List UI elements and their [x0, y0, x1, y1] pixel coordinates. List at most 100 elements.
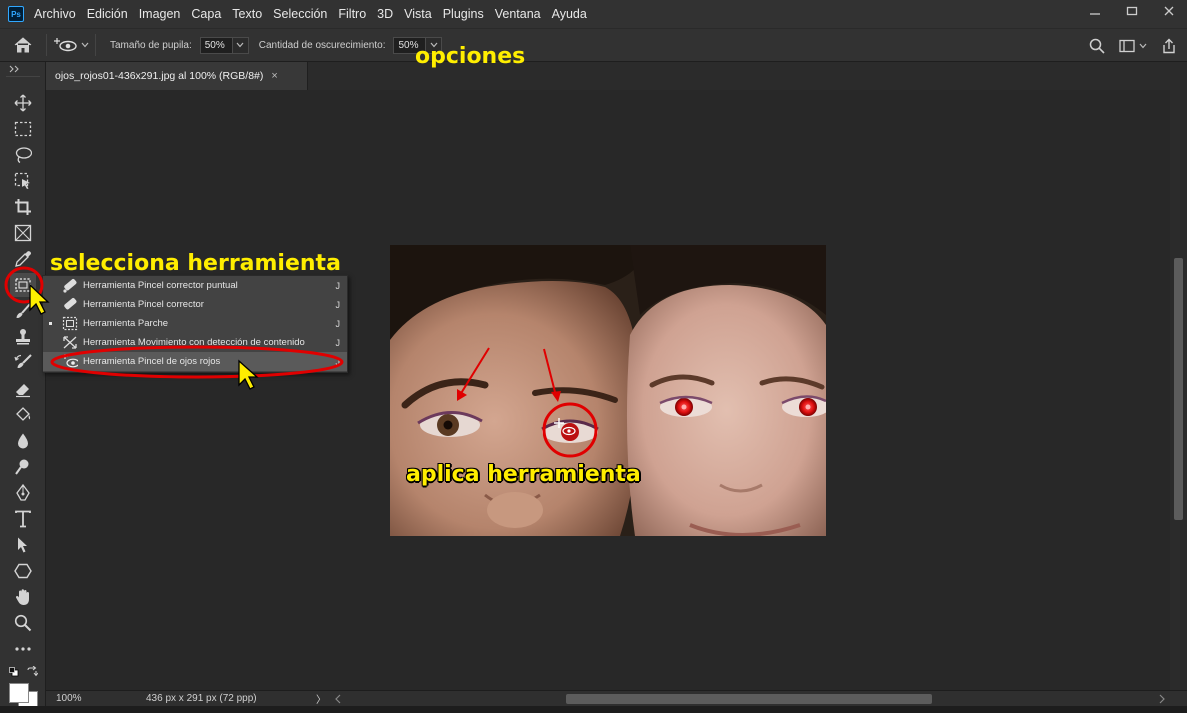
menu-filtro[interactable]: Filtro [338, 7, 366, 21]
tools-panel [0, 62, 46, 713]
flyout-item-content-aware-move[interactable]: Herramienta Movimiento con detección de … [43, 333, 347, 352]
menu-imagen[interactable]: Imagen [139, 7, 181, 21]
workspace-switcher[interactable] [1119, 39, 1147, 53]
vertical-scroll-thumb[interactable] [1174, 258, 1183, 520]
menu-ayuda[interactable]: Ayuda [552, 7, 587, 21]
minimize-button[interactable] [1076, 0, 1113, 22]
flyout-item-shortcut: J [335, 299, 341, 310]
close-icon [1164, 6, 1173, 16]
hand-icon [15, 589, 29, 605]
menu-edicion[interactable]: Edición [87, 7, 128, 21]
hand-tool[interactable] [10, 585, 36, 609]
lasso-tool[interactable] [10, 143, 36, 167]
active-tool-marker [49, 322, 52, 325]
zoom-level[interactable]: 100% [56, 693, 82, 704]
flyout-item-patch[interactable]: Herramienta Parche J [43, 314, 347, 333]
menu-texto[interactable]: Texto [232, 7, 262, 21]
flyout-item-red-eye[interactable]: Herramienta Pincel de ojos rojos J [43, 352, 347, 371]
document-tab-title: ojos_rojos01-436x291.jpg al 100% (RGB/8#… [55, 70, 264, 82]
horizontal-scrollbar[interactable] [332, 691, 1168, 706]
eraser-tool[interactable] [10, 377, 36, 401]
polygon-shape-icon [14, 563, 32, 579]
document-info: 436 px x 291 px (72 ppp) [146, 693, 257, 704]
content-aware-move-icon [63, 336, 77, 349]
object-selection-icon [14, 172, 30, 189]
paint-bucket-tool[interactable] [10, 403, 36, 427]
status-menu-arrow[interactable]: 〉 [316, 691, 326, 706]
flyout-item-healing-brush[interactable]: Herramienta Pincel corrector J [43, 295, 347, 314]
select-tool-annotation: selecciona herramienta [50, 251, 341, 276]
pupil-size-label: Tamaño de pupila: [110, 39, 192, 51]
red-eye-icon [62, 354, 78, 368]
clone-stamp-tool[interactable] [10, 325, 36, 349]
toolbar-divider [6, 76, 40, 77]
flyout-item-shortcut: J [335, 280, 341, 291]
search-icon[interactable] [1089, 38, 1105, 54]
chevron-down-icon [236, 42, 244, 48]
marquee-tool[interactable] [10, 117, 36, 141]
chevron-down-icon [81, 42, 89, 48]
dodge-tool[interactable] [10, 455, 36, 479]
menu-seleccion[interactable]: Selección [273, 7, 327, 21]
object-selection-tool[interactable] [10, 169, 36, 193]
document-tab[interactable]: ojos_rojos01-436x291.jpg al 100% (RGB/8#… [46, 62, 308, 90]
collapse-panel-button[interactable] [9, 62, 23, 73]
menu-capa[interactable]: Capa [191, 7, 221, 21]
brush-tool[interactable] [10, 299, 36, 323]
move-tool[interactable] [10, 91, 36, 115]
type-tool[interactable] [10, 507, 36, 531]
frame-tool[interactable] [10, 221, 36, 245]
horizontal-scroll-thumb[interactable] [566, 694, 932, 704]
history-brush-tool[interactable] [10, 351, 36, 375]
menu-archivo[interactable]: Archivo [34, 7, 76, 21]
options-bar: Tamaño de pupila: 50% Cantidad de oscure… [0, 28, 1187, 62]
darken-amount-label: Cantidad de oscurecimiento: [258, 39, 386, 51]
crop-tool[interactable] [10, 195, 36, 219]
flyout-item-spot-healing-brush[interactable]: Herramienta Pincel corrector puntual J [43, 276, 347, 295]
blur-tool[interactable] [10, 429, 36, 453]
close-window-button[interactable] [1150, 0, 1187, 22]
pen-tool[interactable] [10, 481, 36, 505]
document-image[interactable] [390, 245, 826, 536]
eyedropper-tool[interactable] [10, 247, 36, 271]
pupil-size-dropdown-button[interactable] [232, 36, 249, 54]
flyout-item-shortcut: J [335, 318, 341, 329]
eyedropper-icon [15, 251, 31, 267]
share-icon[interactable] [1161, 38, 1177, 54]
flyout-item-label: Herramienta Movimiento con detección de … [83, 337, 305, 348]
swap-colors-button[interactable] [26, 665, 39, 678]
pupil-size-input[interactable]: 50% [199, 36, 233, 54]
zoom-icon [14, 614, 32, 632]
default-colors-button[interactable] [9, 666, 19, 677]
pupil-size-control: 50% [199, 36, 249, 54]
patch-icon [62, 316, 78, 331]
workspace-icon [1119, 39, 1135, 52]
red-eye-photo [390, 245, 826, 536]
rectangular-marquee-icon [14, 121, 32, 137]
foreground-color-swatch[interactable] [9, 683, 29, 703]
swap-colors-icon [27, 665, 39, 677]
tool-preset-picker[interactable] [47, 29, 95, 62]
menu-3d[interactable]: 3D [377, 7, 393, 21]
edit-toolbar-button[interactable] [10, 637, 36, 661]
default-colors-icon [9, 667, 19, 677]
menu-bar: Ps Archivo Edición Imagen Capa Texto Sel… [0, 0, 1187, 28]
apply-tool-annotation: aplica herramienta [406, 462, 641, 487]
menu-ventana[interactable]: Ventana [495, 7, 541, 21]
window-controls [1076, 0, 1187, 28]
pen-icon [16, 484, 30, 501]
menu-plugins[interactable]: Plugins [443, 7, 484, 21]
vertical-scrollbar[interactable] [1170, 90, 1187, 690]
scroll-left-icon[interactable] [334, 694, 342, 704]
path-selection-tool[interactable] [10, 533, 36, 557]
status-bar: 100% 436 px x 291 px (72 ppp) 〉 [46, 690, 1187, 706]
zoom-tool[interactable] [10, 611, 36, 635]
healing-brush-tool-group[interactable] [10, 273, 36, 297]
home-button[interactable] [0, 29, 46, 62]
shape-tool[interactable] [10, 559, 36, 583]
blur-drop-icon [18, 433, 28, 449]
menu-vista[interactable]: Vista [404, 7, 432, 21]
maximize-button[interactable] [1113, 0, 1150, 22]
close-tab-icon[interactable]: × [271, 70, 277, 82]
scroll-right-icon[interactable] [1158, 694, 1166, 704]
